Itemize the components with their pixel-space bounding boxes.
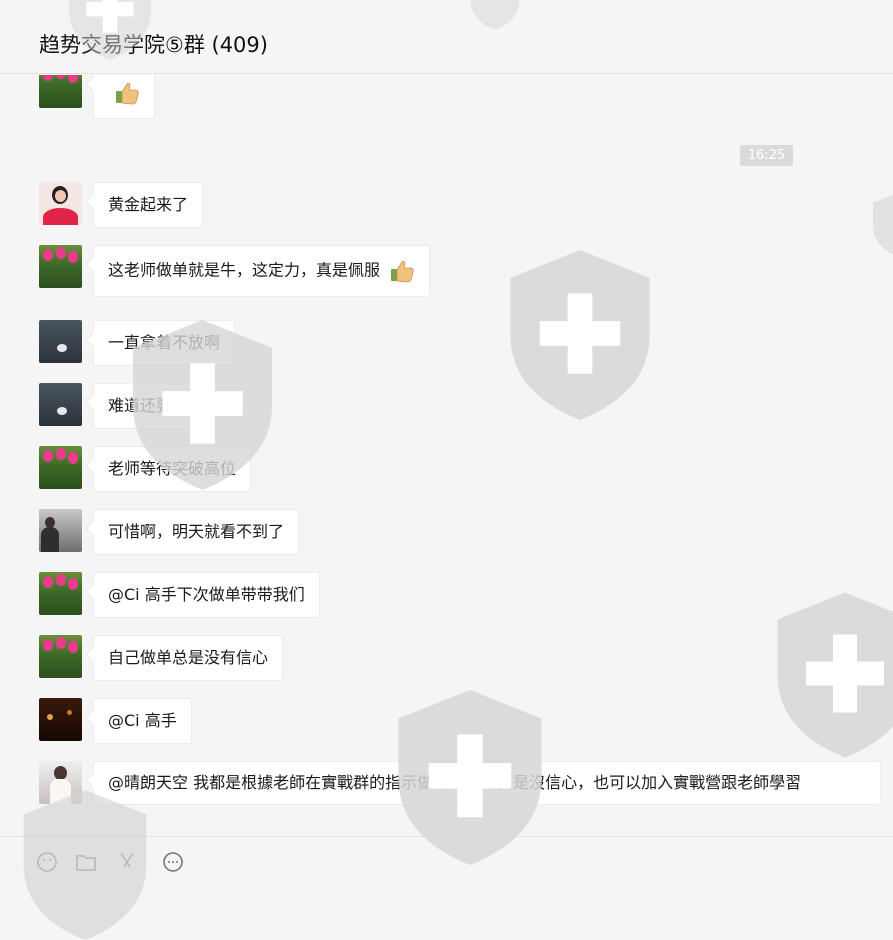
- message-bubble[interactable]: 可惜啊，明天就看不到了: [93, 509, 300, 555]
- flower-avatar[interactable]: [39, 635, 82, 678]
- message-bubble[interactable]: 难道还要涨: [93, 383, 204, 429]
- emoji-icon[interactable]: [36, 851, 58, 873]
- woman-avatar[interactable]: [39, 761, 82, 804]
- message-bubble[interactable]: @Ci 高手下次做单带带我们: [93, 572, 320, 618]
- night-avatar[interactable]: [39, 698, 82, 741]
- flower-avatar[interactable]: [39, 446, 82, 489]
- message-bubble[interactable]: 这老师做单就是牛，这定力，真是佩服: [93, 245, 431, 297]
- flower-avatar[interactable]: [39, 245, 82, 288]
- input-toolbar: [0, 836, 893, 872]
- flower-avatar[interactable]: [39, 572, 82, 615]
- flower-avatar[interactable]: [39, 75, 82, 108]
- message-bubble[interactable]: 自己做单总是没有信心: [93, 635, 284, 681]
- message-list[interactable]: 16:25 黄金起来了 这老师做单就是牛，这定力，真是佩服 一直拿着不放啊 难道…: [0, 75, 893, 835]
- chat-icon[interactable]: [162, 851, 184, 873]
- scissors-icon[interactable]: [116, 851, 138, 873]
- girl-flowers-avatar[interactable]: [39, 182, 82, 225]
- message-bubble[interactable]: @晴朗天空 我都是根據老師在實戰群的指示做單的，你要是沒信心，也可以加入實戰營跟…: [93, 761, 881, 805]
- chat-title: 趋势交易学院⑤群 (409): [39, 33, 268, 57]
- message-bubble[interactable]: @Ci 高手: [93, 698, 192, 744]
- water-drop-avatar[interactable]: [39, 320, 82, 363]
- message-bubble[interactable]: [93, 75, 155, 119]
- water-drop-avatar[interactable]: [39, 383, 82, 426]
- message-bubble[interactable]: 老师等待突破高位: [93, 446, 252, 492]
- timestamp-badge: 16:25: [740, 145, 793, 166]
- message-bubble[interactable]: 一直拿着不放啊: [93, 320, 236, 366]
- message-bubble[interactable]: 黄金起来了: [93, 182, 204, 228]
- chat-header: 趋势交易学院⑤群 (409): [0, 0, 893, 74]
- thumbs-up-icon: [116, 82, 139, 105]
- message-text: 这老师做单就是牛，这定力，真是佩服: [108, 260, 381, 280]
- person-avatar[interactable]: [39, 509, 82, 552]
- folder-icon[interactable]: [75, 851, 97, 873]
- thumbs-up-icon: [391, 260, 414, 283]
